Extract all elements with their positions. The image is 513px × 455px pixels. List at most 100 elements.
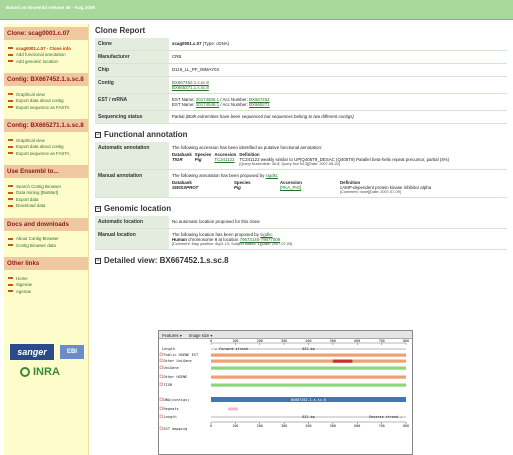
sidebar-link[interactable]: Export sequence as FASTA xyxy=(8,105,85,110)
inra-logo[interactable]: INRA xyxy=(20,364,76,380)
image-size-menu[interactable]: Image size ▾ xyxy=(189,333,213,338)
functional-annotation-header[interactable]: − Functional annotation xyxy=(95,130,510,139)
track-label: Other HGENE xyxy=(164,375,188,379)
sidebar-sections: Clone: scag0001.c.07 scag0001.c.07 - Clon… xyxy=(4,27,88,300)
sidebar-section-title: Other links xyxy=(4,257,88,270)
sidebar-link[interactable]: Sigenae xyxy=(8,282,85,287)
tick-label: 300 xyxy=(281,339,287,343)
functional-annotation-title: Functional annotation xyxy=(104,130,188,139)
sidebar-link[interactable]: Export sequence as FASTA xyxy=(8,151,85,156)
track-toggle-icon xyxy=(159,365,163,369)
collapse-icon[interactable]: − xyxy=(95,257,101,264)
track-feature xyxy=(332,359,353,363)
collapse-icon[interactable]: − xyxy=(95,131,101,138)
bullet-icon xyxy=(8,106,13,108)
sidebar-link[interactable]: Graphical view xyxy=(8,92,85,97)
contig-link-2[interactable]: BX665271.1.s.sc.8 xyxy=(172,85,209,90)
automatic-location-label: Automatic location xyxy=(95,216,169,229)
tick-label: 100 xyxy=(232,424,238,428)
length-bp-label: 832 bp xyxy=(302,415,314,419)
sidebar-link[interactable]: Download data xyxy=(8,203,85,208)
acc-number-label: / Acc Number: xyxy=(220,102,248,107)
sanger-logo[interactable]: sanger xyxy=(10,344,54,360)
bullet-icon xyxy=(8,237,13,240)
contig-value-cell: BX667452.1.s.sc.8 BX665271.1.s.sc.8 xyxy=(169,76,507,94)
sidebar-link[interactable]: Export data about contig xyxy=(8,144,85,149)
manual-location-label: Manual location xyxy=(95,228,169,250)
track-toggle-icon xyxy=(159,426,163,430)
bullet-icon xyxy=(8,198,13,200)
sidebar-link-label: Sigenae xyxy=(16,282,33,287)
sidebar-link-label: Search Contig Browser xyxy=(16,183,62,189)
table-row: Manual location The following location h… xyxy=(95,228,507,250)
bullet-icon xyxy=(8,47,13,49)
sidebar-link[interactable]: Export data xyxy=(8,197,85,202)
sidebar-link-label: About Contig Browser xyxy=(16,236,59,241)
repeat-feature xyxy=(228,407,238,411)
detailed-view-title: Detailed view: BX667452.1.s.sc.8 xyxy=(104,256,229,265)
sidebar-section-body: Search Contig Browser Data mining [BioMar… xyxy=(4,178,88,215)
tick-label: 800 xyxy=(403,339,409,343)
tick-label: 600 xyxy=(354,424,360,428)
sidebar-link[interactable]: scag0001.c.07 - Clone info xyxy=(8,46,85,51)
sidebar-link[interactable]: Data mining [BioMart] xyxy=(8,190,85,195)
tick-label: 500 xyxy=(330,339,336,343)
tick-label: 400 xyxy=(305,424,311,428)
chip-value: D119_LL_PF_08MAY03 xyxy=(169,63,507,77)
bullet-icon xyxy=(8,244,13,246)
acc-number-link[interactable]: BX665271 xyxy=(249,102,270,107)
sidebar-link[interactable]: Search Contig Browser xyxy=(8,184,85,189)
annotation-note: [Query Nucleotide: 36.8; Query Not 54.3]… xyxy=(239,162,340,166)
seq-status-value: Partial xyxy=(172,114,185,119)
annotator-link[interactable]: sigdkc xyxy=(266,173,278,178)
bullet-icon xyxy=(8,93,13,95)
bullet-icon xyxy=(8,139,13,141)
sidebar-link-label: Add genomic location xyxy=(16,58,58,64)
sidebar-link[interactable]: Graphical view xyxy=(8,138,85,143)
bullet-icon xyxy=(8,185,13,187)
table-row: Manual annotation The following annotati… xyxy=(95,169,507,198)
detailed-view-header[interactable]: − Detailed view: BX667452.1.s.sc.8 xyxy=(95,256,510,265)
sidebar-link[interactable]: Add genomic location xyxy=(8,59,85,64)
bullet-icon xyxy=(8,152,13,154)
sidebar-link-label: Contig Browser data xyxy=(16,242,56,248)
features-menu[interactable]: Features ▾ xyxy=(162,333,182,338)
tick-label: 0 xyxy=(210,424,212,428)
sidebar-link-label: Export sequence as FASTA xyxy=(16,104,70,110)
tick-label: 300 xyxy=(281,424,287,428)
genomic-location-header[interactable]: − Genomic location xyxy=(95,204,510,213)
table-row: Automatic location No automatic location… xyxy=(95,216,507,229)
ebi-logo[interactable]: EBI xyxy=(60,345,84,359)
sidebar-link[interactable]: Home xyxy=(8,276,85,281)
accession-link[interactable]: TC241122 xyxy=(214,157,234,162)
track-feature xyxy=(211,359,406,363)
collapse-icon[interactable]: − xyxy=(95,205,101,212)
sidebar-link-label: Add functional annotation xyxy=(16,52,66,57)
reverse-strand-label: Reverse strand → xyxy=(369,415,402,419)
tick-label: 200 xyxy=(257,339,263,343)
viewer-menubar: Features ▾ Image size ▾ xyxy=(159,331,412,339)
sidebar-section-title: Use Ensembl to... xyxy=(4,165,88,178)
sidebar-link[interactable]: About Contig Browser xyxy=(8,236,85,241)
sidebar-link[interactable]: Add functional annotation xyxy=(8,52,85,57)
databank-cell: SWISSPROT xyxy=(172,185,199,190)
sidebar-link[interactable]: Export data about contig xyxy=(8,98,85,103)
sidebar-section-body: Graphical view Export data about contig Ex… xyxy=(4,86,88,116)
manufacturer-label: Manufacturer xyxy=(95,50,169,64)
seq-status-note: (Both extremities have been sequenced bu… xyxy=(185,114,354,119)
manual-annotation-cell: The following annotation has been propos… xyxy=(169,169,507,198)
table-row: Clone scag0001.c.07 (Type: cDNA) xyxy=(95,38,507,51)
track-toggle-icon xyxy=(159,352,163,356)
sidebar-section-body: Home Sigenae Agenae xyxy=(4,270,88,300)
tick-label: 0 xyxy=(210,339,212,343)
bullet-icon xyxy=(8,191,13,194)
tick-label: 100 xyxy=(232,339,238,343)
sidebar-link[interactable]: Contig Browser data xyxy=(8,243,85,248)
sidebar-link[interactable]: Agenae xyxy=(8,289,85,294)
contig-track-image[interactable]: 0 100 200 300 400 500 600 700 800 Length ← Forward… xyxy=(159,339,413,455)
est-name-link[interactable]: 20174546.1 xyxy=(196,102,219,107)
seq-status-cell: Partial (Both extremities have been sequ… xyxy=(169,110,507,124)
contig-bar-label: BX667452.1.s.sc.8 xyxy=(291,398,326,402)
sidebar-link-label: Data mining [BioMart] xyxy=(16,190,59,195)
accession-link[interactable]: [PKA_PIG] xyxy=(280,185,301,190)
